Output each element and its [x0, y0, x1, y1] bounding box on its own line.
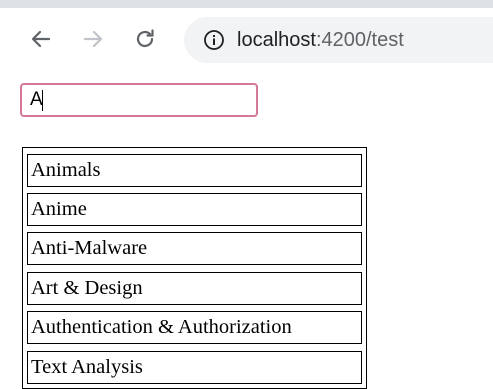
url-text[interactable]: localhost:4200/test [237, 17, 404, 63]
list-item[interactable]: Animals [27, 154, 362, 187]
list-item[interactable]: Art & Design [27, 272, 362, 305]
back-arrow-icon[interactable] [27, 25, 55, 53]
browser-top-strip [0, 0, 493, 8]
text-caret [42, 90, 43, 111]
list-item[interactable]: Anti-Malware [27, 232, 362, 265]
reload-icon[interactable] [131, 25, 159, 53]
browser-toolbar: localhost:4200/test [0, 8, 493, 76]
info-icon[interactable] [202, 28, 226, 52]
address-bar[interactable]: localhost:4200/test [184, 17, 493, 63]
list-item[interactable]: Anime [27, 193, 362, 226]
search-input[interactable] [20, 83, 258, 117]
results-list: Animals Anime Anti-Malware Art & Design … [22, 147, 367, 389]
url-path: :4200/test [315, 29, 404, 51]
forward-arrow-icon[interactable] [79, 25, 107, 53]
url-host: localhost [237, 29, 316, 51]
list-item[interactable]: Authentication & Authorization [27, 311, 362, 344]
list-item[interactable]: Text Analysis [27, 351, 362, 384]
